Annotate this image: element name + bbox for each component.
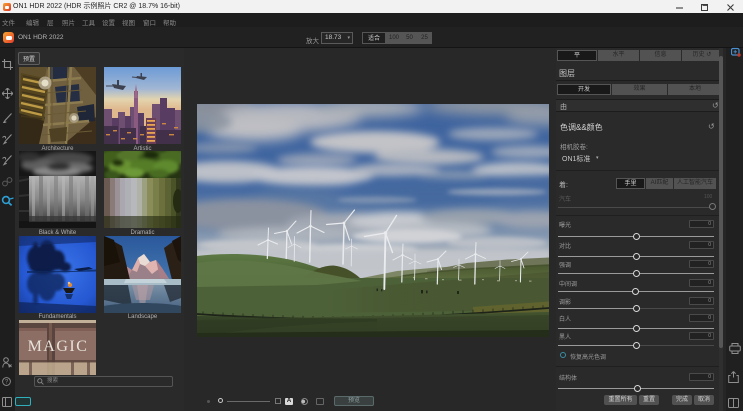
svg-text:MAGIC: MAGIC <box>28 338 89 355</box>
